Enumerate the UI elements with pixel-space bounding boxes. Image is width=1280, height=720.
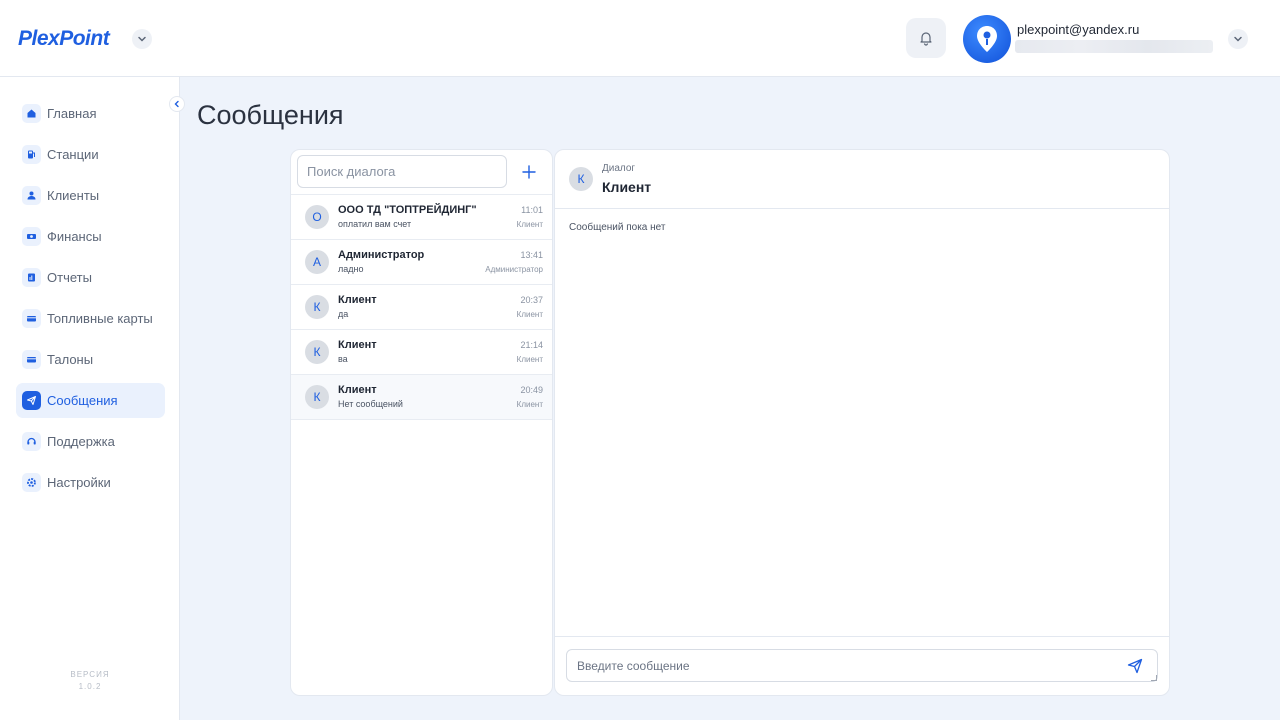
chevron-left-icon [174, 100, 179, 108]
dialog-name: ООО ТД "ТОПТРЕЙДИНГ" [338, 204, 477, 216]
resize-handle[interactable] [1151, 675, 1157, 681]
card-icon [22, 309, 41, 328]
sidebar-item-stations[interactable]: Станции [16, 137, 165, 172]
chat-header: К Диалог Клиент [555, 150, 1169, 209]
brand-logo[interactable]: PlexPoint [18, 27, 110, 51]
dialog-role: Клиент [516, 355, 543, 364]
sidebar-nav: Главная Станции Клиенты Финансы Отчеты Т… [16, 96, 165, 506]
dialog-search-input[interactable] [297, 155, 507, 188]
dialog-name: Администратор [338, 249, 425, 261]
dialog-time: 20:37 [520, 295, 543, 305]
notifications-button[interactable] [906, 18, 946, 58]
sidebar-item-reports[interactable]: Отчеты [16, 260, 165, 295]
dialog-item[interactable]: О ООО ТД "ТОПТРЕЙДИНГ" оплатил вам счет … [291, 195, 552, 240]
chat-avatar: К [569, 167, 593, 191]
dialog-name: Клиент [338, 339, 377, 351]
finance-icon [22, 227, 41, 246]
dialog-last-message: ладно [338, 264, 364, 274]
dialog-list: О ООО ТД "ТОПТРЕЙДИНГ" оплатил вам счет … [291, 194, 552, 420]
dialog-last-message: Нет сообщений [338, 399, 403, 409]
sidebar-item-home[interactable]: Главная [16, 96, 165, 131]
sidebar-item-support[interactable]: Поддержка [16, 424, 165, 459]
sidebar-item-label: Поддержка [47, 434, 115, 449]
send-message-button[interactable] [1126, 657, 1144, 675]
dialog-item[interactable]: К Клиент ва 21:14 Клиент [291, 330, 552, 375]
dialog-last-message: ва [338, 354, 348, 364]
dialog-item[interactable]: К Клиент да 20:37 Клиент [291, 285, 552, 330]
chat-empty-state: Сообщений пока нет [569, 222, 666, 233]
page-title: Сообщения [197, 100, 344, 130]
dialog-time: 13:41 [520, 250, 543, 260]
dialog-role: Клиент [516, 310, 543, 319]
dialog-item-selected[interactable]: К Клиент Нет сообщений 20:49 Клиент [291, 375, 552, 420]
reports-icon [22, 268, 41, 287]
sidebar-item-coupons[interactable]: Талоны [16, 342, 165, 377]
sidebar-item-label: Клиенты [47, 188, 100, 203]
user-avatar[interactable] [963, 15, 1011, 63]
top-header: PlexPoint plexpoint@yandex.ru [0, 0, 1280, 77]
bell-icon [920, 32, 932, 46]
version-value: 1.0.2 [78, 682, 102, 691]
version-label: ВЕРСИЯ [70, 670, 110, 679]
support-icon [22, 432, 41, 451]
location-pin-icon [977, 26, 997, 52]
dialog-avatar: К [305, 295, 329, 319]
send-icon [1127, 658, 1143, 674]
sidebar-item-label: Топливные карты [47, 311, 153, 326]
dialog-role: Администратор [485, 265, 543, 274]
dialog-avatar: А [305, 250, 329, 274]
dialog-last-message: да [338, 309, 349, 319]
dialog-name: Клиент [338, 294, 377, 306]
dialog-list-panel: О ООО ТД "ТОПТРЕЙДИНГ" оплатил вам счет … [290, 149, 553, 696]
user-email: plexpoint@yandex.ru [1017, 22, 1140, 37]
dialog-avatar: О [305, 205, 329, 229]
sidebar-item-clients[interactable]: Клиенты [16, 178, 165, 213]
user-details-redacted [1015, 40, 1213, 53]
fuel-station-icon [22, 145, 41, 164]
dialog-time: 20:49 [520, 385, 543, 395]
settings-icon [22, 473, 41, 492]
user-menu-chevron-down-icon[interactable] [1228, 29, 1248, 49]
sidebar-item-label: Отчеты [47, 270, 92, 285]
sidebar-item-label: Талоны [47, 352, 94, 367]
sidebar-item-label: Сообщения [47, 393, 118, 408]
chat-subtitle: Диалог [602, 163, 636, 174]
dialog-avatar: К [305, 385, 329, 409]
home-icon [22, 104, 41, 123]
chat-composer [555, 636, 1169, 695]
dialog-role: Клиент [516, 400, 543, 409]
sidebar-item-label: Настройки [47, 475, 111, 490]
message-input[interactable] [566, 649, 1158, 682]
app-version: ВЕРСИЯ 1.0.2 [0, 669, 180, 693]
dialog-name: Клиент [338, 384, 377, 396]
sidebar-item-finance[interactable]: Финансы [16, 219, 165, 254]
new-dialog-button[interactable] [517, 160, 541, 184]
send-icon [22, 391, 41, 410]
sidebar-item-messages[interactable]: Сообщения [16, 383, 165, 418]
dialog-item[interactable]: А Администратор ладно 13:41 Администрато… [291, 240, 552, 285]
dialog-time: 11:01 [521, 205, 543, 215]
users-icon [22, 186, 41, 205]
chat-panel: К Диалог Клиент Сообщений пока нет [554, 149, 1170, 696]
sidebar: Главная Станции Клиенты Финансы Отчеты Т… [0, 77, 185, 720]
sidebar-item-label: Станции [47, 147, 99, 162]
coupon-icon [22, 350, 41, 369]
plus-icon [522, 165, 536, 179]
sidebar-item-settings[interactable]: Настройки [16, 465, 165, 500]
dialog-avatar: К [305, 340, 329, 364]
dialog-last-message: оплатил вам счет [338, 219, 412, 229]
chat-title: Клиент [602, 179, 652, 195]
dialog-role: Клиент [516, 220, 543, 229]
sidebar-collapse-button[interactable] [169, 96, 185, 112]
sidebar-item-fuel-cards[interactable]: Топливные карты [16, 301, 165, 336]
sidebar-item-label: Финансы [47, 229, 102, 244]
workspace-chevron-down-icon[interactable] [132, 29, 152, 49]
sidebar-item-label: Главная [47, 106, 97, 121]
dialog-time: 21:14 [520, 340, 543, 350]
